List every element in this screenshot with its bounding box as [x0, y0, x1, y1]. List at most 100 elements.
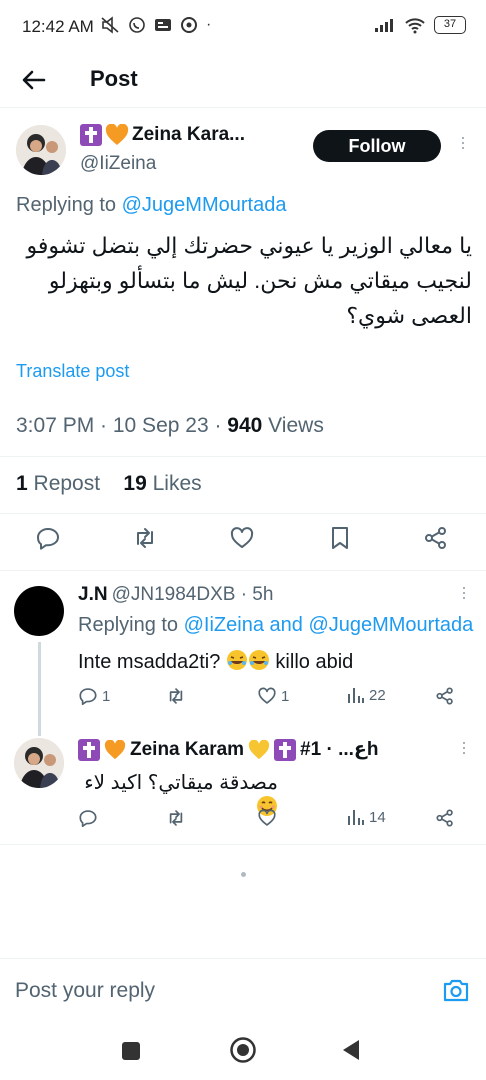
whatsapp-icon [129, 17, 145, 33]
reposts-stat[interactable]: 1 Repost [16, 472, 100, 495]
news-icon [155, 19, 171, 31]
views-button[interactable]: 22 [347, 686, 386, 704]
repost-icon [169, 810, 183, 826]
translate-post-link[interactable]: Translate post [16, 361, 129, 382]
more-options-icon[interactable]: ··· [453, 135, 474, 150]
divider [0, 456, 486, 457]
square-icon [122, 1042, 140, 1060]
share-button[interactable] [435, 808, 455, 828]
author-avatar[interactable] [16, 125, 66, 175]
views-count: 940 [227, 414, 263, 437]
rofl-emoji-icon [226, 650, 247, 670]
share-icon [436, 687, 453, 705]
replying-mention-link[interactable]: @JugeMMourtada [122, 194, 287, 216]
bookmark-button[interactable] [327, 525, 353, 551]
like-button[interactable]: 1 [257, 686, 289, 706]
share-button[interactable] [435, 686, 455, 706]
replying-to-line: Replying to @JugeMMourtada [16, 194, 286, 217]
bookmark-icon [332, 527, 348, 549]
replying-prefix: Replying to [16, 194, 117, 216]
page-title: Post [90, 66, 138, 91]
more-options-icon[interactable]: ··· [454, 740, 475, 755]
system-nav-bar [0, 1024, 486, 1080]
views-button[interactable]: 14 [347, 808, 386, 826]
app-icon [181, 17, 197, 33]
repost-button[interactable] [166, 686, 190, 706]
likes-label: Likes [146, 472, 202, 495]
reply-author-handle: #ع... · 1h [300, 739, 379, 760]
reply-button[interactable] [78, 808, 102, 828]
more-notifications-icon: · [206, 16, 212, 33]
post-action-row [0, 525, 486, 557]
battery-indicator: 37 [434, 16, 466, 34]
reply-composer: Post your reply [0, 958, 486, 1024]
follow-button[interactable]: Follow [313, 130, 441, 162]
reposts-label: Repost [27, 472, 101, 495]
view-count: 14 [369, 808, 386, 826]
bar-chart-icon [348, 810, 364, 825]
reply-action-row: 14 [0, 808, 486, 840]
reply-text: Inte msadda2ti? killo abid [78, 649, 353, 674]
reply-input[interactable]: Post your reply [15, 979, 155, 1003]
comment-icon [79, 688, 97, 706]
reply-text-part: مصدقة ميقاتي؟ اكيد لاء [84, 772, 278, 794]
wifi-icon [405, 18, 425, 34]
likes-count: 19 [123, 472, 147, 495]
circle-home-icon [230, 1037, 256, 1063]
avatar-photo [16, 125, 66, 175]
avatar-photo [14, 738, 64, 788]
reply-button[interactable] [35, 525, 61, 551]
author-name: Zeina Kara... [132, 124, 245, 145]
like-button[interactable] [257, 808, 281, 828]
repost-button[interactable] [166, 808, 190, 828]
reply-text-part: Inte msadda2ti? [78, 651, 226, 673]
reply-author-name: J.N [78, 584, 108, 605]
heart-icon [230, 527, 254, 548]
post-text: يا معالي الوزير يا عيوني حضرتك إلي بتضل … [26, 233, 472, 328]
reply-author-handle: @JN1984DXB · 5h [111, 584, 274, 605]
status-time: 12:42 AM [22, 17, 94, 36]
reposts-count: 1 [16, 472, 28, 495]
share-icon [436, 809, 453, 827]
divider [0, 844, 486, 845]
repost-icon [169, 688, 183, 704]
reply-author-line[interactable]: J.N @JN1984DXB · 5h [78, 584, 273, 606]
reply-avatar[interactable] [14, 738, 64, 788]
reply-button[interactable]: 1 [78, 686, 110, 706]
status-notification-icons: · [100, 16, 211, 34]
reply-mentions-link[interactable]: @IiZeina and @JugeMMourtada [184, 614, 474, 636]
share-button[interactable] [423, 525, 449, 551]
camera-button[interactable] [442, 977, 470, 1008]
mute-icon [101, 16, 119, 34]
bar-chart-icon [348, 688, 364, 703]
reply-avatar[interactable] [14, 586, 64, 636]
share-icon [425, 527, 446, 549]
author-handle[interactable]: @IiZeina [80, 153, 156, 175]
reply-replying-prefix: Replying to [78, 614, 179, 636]
signal-icon [375, 19, 393, 32]
reply-count: 1 [102, 687, 111, 705]
repost-icon [137, 528, 153, 548]
cross-emoji-icon [274, 738, 297, 761]
author-name-line[interactable]: Zeina Kara... [80, 124, 245, 146]
camera-icon [443, 979, 469, 1002]
back-button[interactable] [18, 64, 50, 96]
like-button[interactable] [229, 525, 255, 551]
recents-button[interactable] [120, 1040, 142, 1067]
more-options-icon[interactable]: ··· [454, 585, 475, 600]
engagement-stats: 1 Repost 19 Likes [16, 472, 202, 496]
divider [0, 513, 486, 514]
post-timestamp: 3:07 PM · 10 Sep 23 · [16, 414, 228, 437]
reply-author-name: Zeina Karam [130, 738, 245, 760]
triangle-back-icon [343, 1040, 359, 1060]
reply-action-row: 1 1 22 [0, 686, 486, 718]
repost-button[interactable] [132, 525, 158, 551]
likes-stat[interactable]: 19 Likes [123, 472, 201, 495]
home-button[interactable] [229, 1036, 257, 1069]
yellow-heart-icon [248, 739, 270, 759]
reply-text-part: killo abid [269, 651, 354, 673]
status-right-icons: 37 [374, 16, 466, 34]
back-nav-button[interactable] [340, 1038, 362, 1067]
loading-indicator [241, 872, 246, 877]
reply-author-line[interactable]: Zeina Karam #ع... · 1h [78, 738, 379, 761]
